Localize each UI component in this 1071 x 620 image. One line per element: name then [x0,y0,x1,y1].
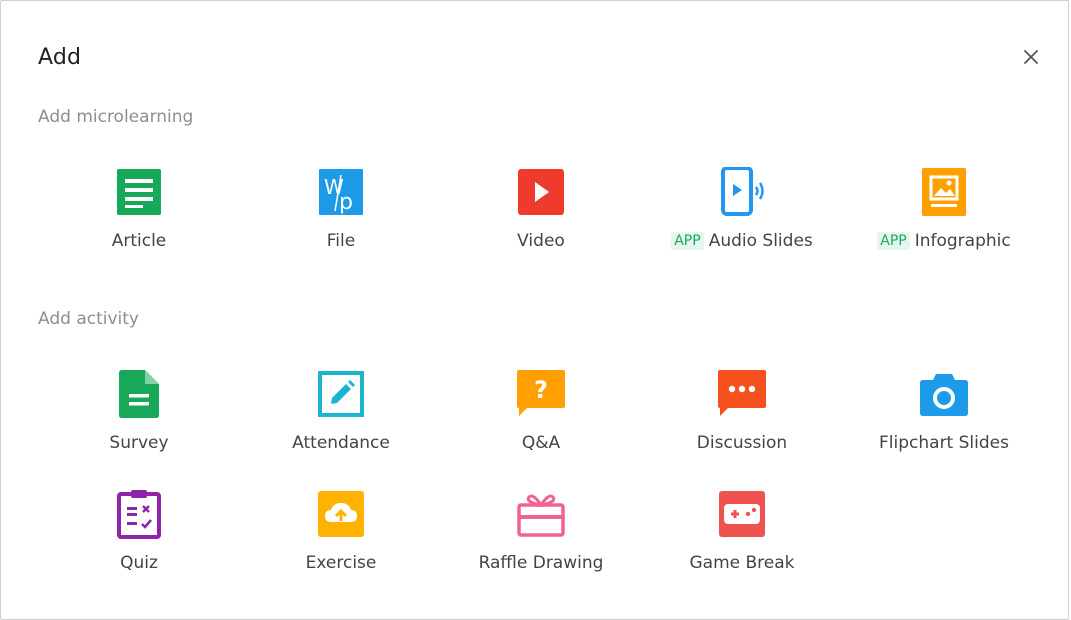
audio-slides-text: Audio Slides [708,231,813,251]
camera-icon [920,374,968,416]
discussion-label: Discussion [696,433,788,453]
raffle-gift-icon [517,494,565,537]
audio-slides-label: APP Audio Slides [652,231,832,251]
add-article-button[interactable]: Article [49,167,229,267]
add-video-button[interactable]: Video [451,167,631,267]
close-icon [1024,50,1038,64]
add-quiz-button[interactable]: Quiz [49,489,229,589]
add-raffle-drawing-button[interactable]: Raffle Drawing [451,489,631,589]
add-qa-button[interactable]: ? Q&A [451,369,631,469]
svg-text:?: ? [534,376,548,404]
add-dialog: Add Add microlearning Article W p File V… [0,0,1069,620]
add-file-button[interactable]: W p File [251,167,431,267]
svg-text:p: p [339,190,353,215]
file-label: File [326,231,356,251]
flipchart-slides-label: Flipchart Slides [879,433,1009,453]
app-badge: APP [671,232,704,250]
add-audio-slides-button[interactable]: APP Audio Slides [652,167,832,267]
quiz-clipboard-icon [117,490,161,539]
section-label-activity: Add activity [38,309,139,329]
section-label-microlearning: Add microlearning [38,107,194,127]
close-button[interactable] [1019,45,1043,69]
raffle-drawing-label: Raffle Drawing [478,553,604,573]
survey-label: Survey [109,433,169,453]
question-bubble-icon: ? [517,370,565,416]
dialog-title: Add [38,45,82,70]
survey-document-icon [119,370,159,418]
add-flipchart-slides-button[interactable]: Flipchart Slides [854,369,1034,469]
video-label: Video [517,231,565,251]
infographic-text: Infographic [914,231,1011,251]
add-exercise-button[interactable]: Exercise [251,489,431,589]
video-play-icon [518,169,564,215]
add-discussion-button[interactable]: Discussion [652,369,832,469]
article-label: Article [111,231,167,251]
quiz-label: Quiz [120,553,158,573]
game-break-label: Game Break [689,553,795,573]
qa-label: Q&A [521,433,561,453]
game-controller-icon [719,491,765,537]
infographic-icon [922,168,966,216]
discussion-bubble-icon [718,370,766,416]
exercise-label: Exercise [305,553,377,573]
app-badge: APP [877,232,910,250]
add-survey-button[interactable]: Survey [49,369,229,469]
infographic-label: APP Infographic [854,231,1034,251]
attendance-pencil-icon [318,371,364,417]
add-attendance-button[interactable]: Attendance [251,369,431,469]
add-game-break-button[interactable]: Game Break [652,489,832,589]
add-infographic-button[interactable]: APP Infographic [854,167,1034,267]
article-icon [117,169,161,215]
file-word-icon: W p [319,169,363,215]
exercise-cloud-upload-icon [318,491,364,537]
audio-slides-icon [721,167,764,216]
attendance-label: Attendance [292,433,390,453]
